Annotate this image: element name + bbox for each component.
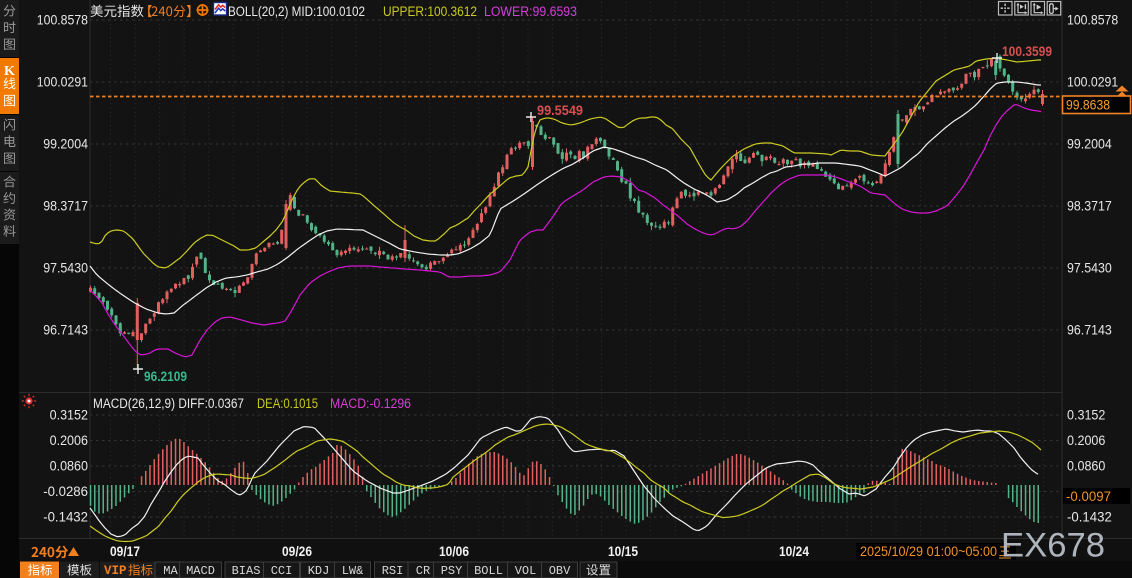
svg-text:MACD(26,12,9) DIFF:0.0367: MACD(26,12,9) DIFF:0.0367 xyxy=(93,396,244,411)
svg-text:100.8578: 100.8578 xyxy=(37,13,88,28)
svg-text:96.2109: 96.2109 xyxy=(144,369,187,384)
svg-text:KDJ: KDJ xyxy=(308,564,330,578)
svg-text:RSI: RSI xyxy=(382,564,404,578)
svg-text:BOLL(20,2) MID:100.0102: BOLL(20,2) MID:100.0102 xyxy=(228,4,365,19)
svg-text:CR: CR xyxy=(416,564,430,578)
svg-text:0.3152: 0.3152 xyxy=(1067,408,1105,423)
svg-text:LOWER:99.6593: LOWER:99.6593 xyxy=(484,4,577,19)
svg-text:100.8578: 100.8578 xyxy=(1067,13,1118,28)
svg-text:100.3599: 100.3599 xyxy=(1002,44,1052,59)
svg-text:97.5430: 97.5430 xyxy=(43,261,88,276)
svg-text:MACD:-0.1296: MACD:-0.1296 xyxy=(330,396,411,411)
svg-text:0.2006: 0.2006 xyxy=(50,433,88,448)
svg-text:10/15: 10/15 xyxy=(608,544,638,559)
svg-text:-0.1432: -0.1432 xyxy=(1067,510,1112,525)
svg-text:99.2004: 99.2004 xyxy=(1067,137,1112,152)
svg-text:0.2006: 0.2006 xyxy=(1067,433,1105,448)
svg-text:-0.0286: -0.0286 xyxy=(43,484,88,499)
svg-text:96.7143: 96.7143 xyxy=(1067,323,1112,338)
svg-text:09/17: 09/17 xyxy=(110,544,140,559)
svg-text:0.0860: 0.0860 xyxy=(50,459,88,474)
svg-text:BOLL: BOLL xyxy=(474,564,503,578)
svg-text:BIAS: BIAS xyxy=(232,564,261,578)
svg-text:10/06: 10/06 xyxy=(439,544,469,559)
svg-text:VIP: VIP xyxy=(104,564,127,578)
svg-text:100.0291: 100.0291 xyxy=(37,75,88,90)
svg-text:99.5549: 99.5549 xyxy=(537,103,583,118)
svg-text:0.0860: 0.0860 xyxy=(1067,459,1105,474)
svg-text:97.5430: 97.5430 xyxy=(1067,261,1112,276)
svg-text:VOL: VOL xyxy=(515,564,537,578)
svg-text:DEA:0.1015: DEA:0.1015 xyxy=(257,396,318,411)
svg-text:CCI: CCI xyxy=(271,564,293,578)
svg-text:09/26: 09/26 xyxy=(282,544,312,559)
svg-text:98.3717: 98.3717 xyxy=(1067,199,1112,214)
svg-text:K: K xyxy=(4,64,15,79)
svg-text:PSY: PSY xyxy=(441,564,463,578)
svg-text:UPPER:100.3612: UPPER:100.3612 xyxy=(383,4,477,19)
svg-text:MA: MA xyxy=(163,564,178,578)
svg-text:96.7143: 96.7143 xyxy=(43,323,88,338)
svg-text:99.2004: 99.2004 xyxy=(43,137,88,152)
svg-text:2025/10/29 01:00~05:00: 2025/10/29 01:00~05:00 xyxy=(860,544,997,559)
svg-text:0.3152: 0.3152 xyxy=(50,408,88,423)
svg-text:-0.0097: -0.0097 xyxy=(1066,489,1111,504)
svg-text:100.0291: 100.0291 xyxy=(1067,75,1118,90)
svg-text:EX678: EX678 xyxy=(1001,527,1105,565)
svg-text:10/24: 10/24 xyxy=(779,544,809,559)
svg-text:98.3717: 98.3717 xyxy=(43,199,88,214)
svg-text:LW&: LW& xyxy=(342,564,364,578)
svg-text:MACD: MACD xyxy=(186,564,215,578)
svg-text:OBV: OBV xyxy=(549,564,571,578)
svg-text:-0.1432: -0.1432 xyxy=(43,510,88,525)
svg-text:99.8638: 99.8638 xyxy=(1066,98,1110,113)
